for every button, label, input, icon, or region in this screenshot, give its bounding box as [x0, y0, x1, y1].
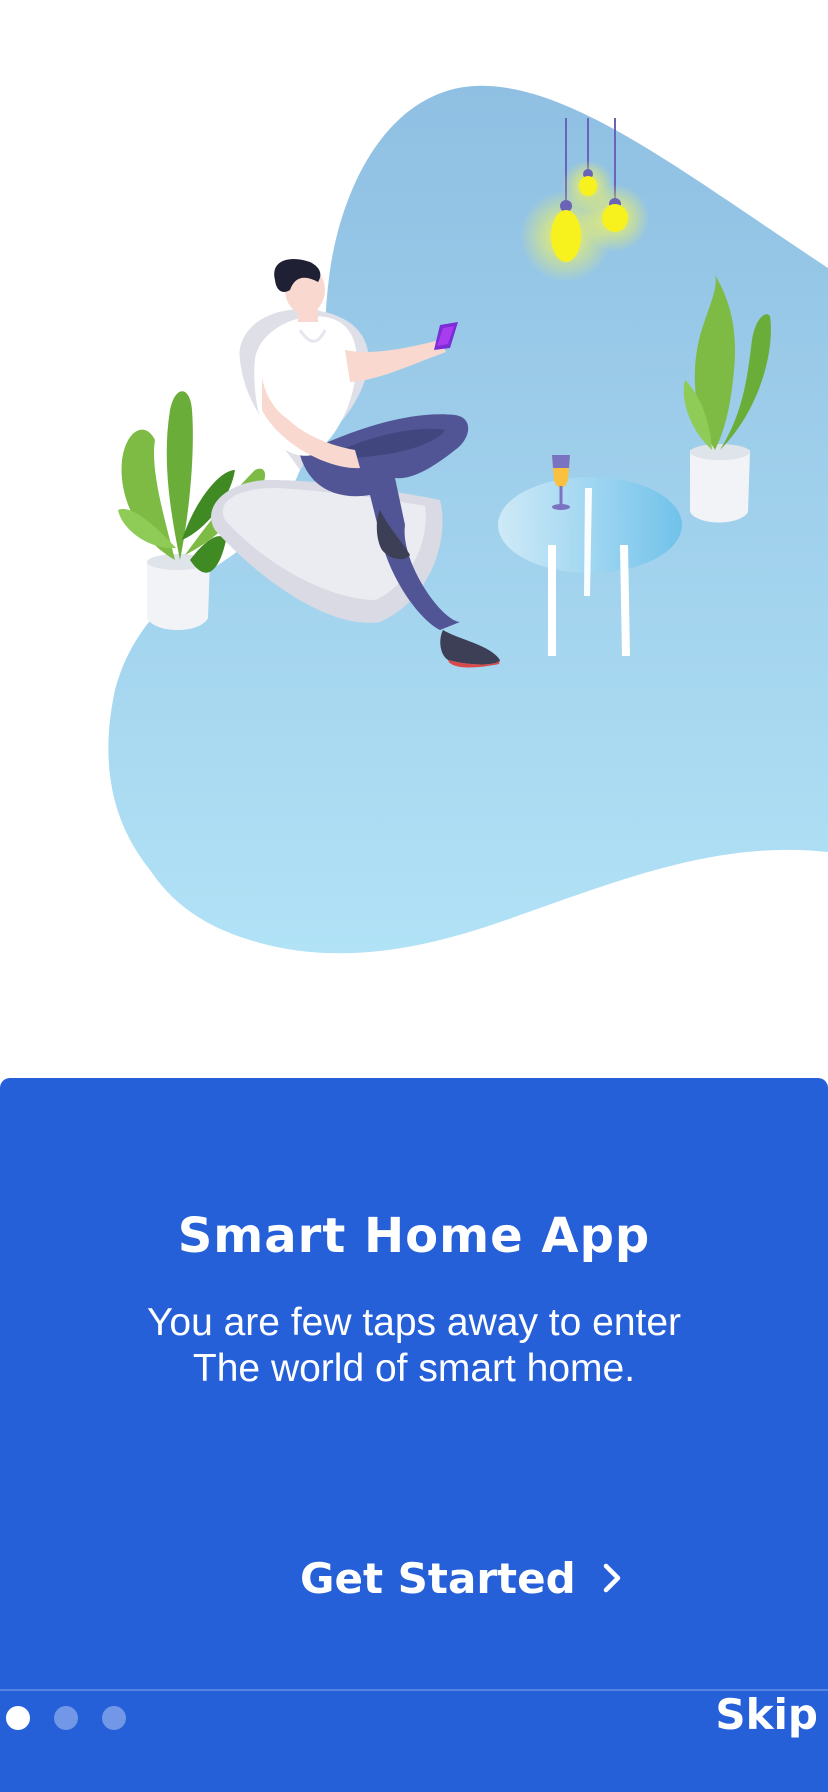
page-indicator — [6, 1706, 126, 1730]
page-indicator-dot-2[interactable] — [54, 1706, 78, 1730]
page-indicator-dot-3[interactable] — [102, 1706, 126, 1730]
subtitle-line-2: The world of smart home. — [192, 1347, 636, 1390]
footer-divider — [0, 1689, 828, 1691]
page-title: Smart Home App — [177, 1208, 651, 1264]
page-indicator-dot-1[interactable] — [6, 1706, 30, 1730]
get-started-label: Get Started — [300, 1553, 576, 1603]
hero-illustration — [0, 0, 828, 1078]
page-subtitle: You are few taps away to enter The world… — [0, 1300, 828, 1392]
subtitle-line-1: You are few taps away to enter — [146, 1301, 682, 1344]
onboarding-panel: Smart Home App You are few taps away to … — [0, 1078, 828, 1792]
chevron-right-icon — [602, 1562, 624, 1594]
skip-button[interactable]: Skip — [715, 1690, 818, 1739]
get-started-button[interactable]: Get Started — [290, 1546, 634, 1610]
